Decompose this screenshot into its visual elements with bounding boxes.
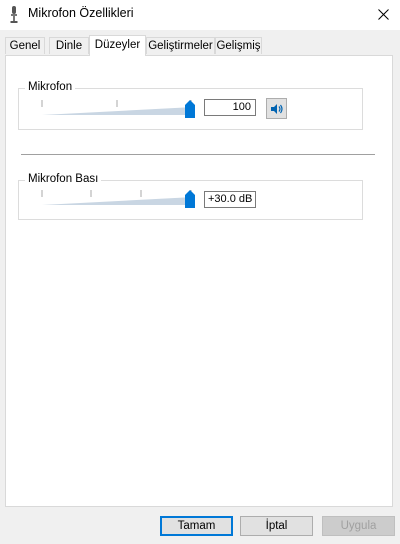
- tab-gelistirmeler[interactable]: Geliştirmeler: [146, 37, 215, 54]
- speaker-icon: [270, 103, 283, 114]
- boost-slider-thumb: [185, 190, 195, 208]
- tab-duzeyler[interactable]: Düzeyler: [89, 35, 146, 56]
- microphone-group: Mikrofon 100: [18, 81, 363, 130]
- tab-genel[interactable]: Genel: [5, 37, 45, 54]
- mute-toggle-button[interactable]: [266, 98, 287, 119]
- microphone-icon: [10, 6, 18, 23]
- microphone-level-field[interactable]: 100: [204, 99, 256, 116]
- ok-button[interactable]: Tamam: [160, 516, 233, 536]
- window-title: Mikrofon Özellikleri: [28, 6, 134, 20]
- apply-button[interactable]: Uygula: [322, 516, 395, 536]
- close-icon: [377, 8, 389, 20]
- microphone-label: Mikrofon: [25, 81, 76, 93]
- boost-group: Mikrofon Bası +30.0 dB: [18, 173, 363, 220]
- title-bar: Mikrofon Özellikleri: [0, 0, 400, 30]
- microphone-slider[interactable]: [41, 97, 197, 121]
- boost-slider[interactable]: [41, 187, 197, 211]
- tab-gelismis[interactable]: Gelişmiş: [215, 37, 262, 54]
- levels-panel: Mikrofon 100 Mikrofon Bası +30.0 dB: [5, 55, 393, 507]
- microphone-slider-thumb: [185, 100, 195, 118]
- close-button[interactable]: [366, 0, 400, 28]
- boost-level-field[interactable]: +30.0 dB: [204, 191, 256, 208]
- cancel-button[interactable]: İptal: [240, 516, 313, 536]
- boost-label: Mikrofon Bası: [25, 173, 102, 185]
- section-divider: [21, 154, 375, 155]
- tab-dinle[interactable]: Dinle: [49, 37, 89, 54]
